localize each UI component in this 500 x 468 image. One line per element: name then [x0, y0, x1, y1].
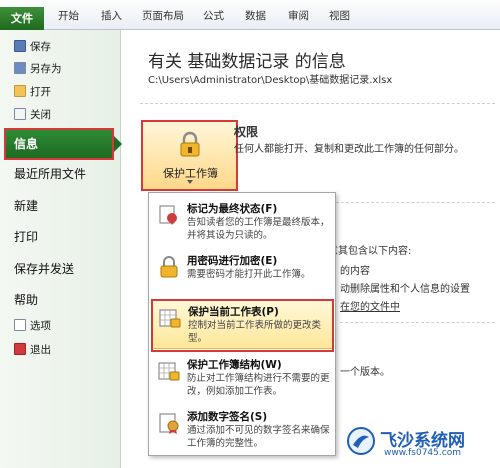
ribbon-tab-bar: 文件 开始 插入 页面布局 公式 数据 审阅 视图 — [0, 0, 500, 30]
menu-item-digital-signature[interactable]: 添加数字签名(S) 通过添加不可见的数字签名来确保工作簿的完整性。 — [151, 405, 334, 455]
nav-help[interactable]: 帮助 — [14, 289, 38, 311]
nav-save-as[interactable]: 另存为 — [14, 60, 62, 78]
nav-save[interactable]: 保存 — [14, 38, 51, 56]
nav-close-label: 关闭 — [30, 109, 51, 121]
menu-item-encrypt[interactable]: 用密码进行加密(E) 需要密码才能打开此工作簿。 — [151, 249, 334, 299]
nav-exit[interactable]: 退出 — [14, 341, 51, 359]
permissions-heading: 权限 — [234, 125, 259, 139]
digital-signature-icon — [159, 413, 179, 434]
selection-arrow — [114, 136, 122, 152]
final-mark-icon — [159, 205, 177, 225]
menu-item-desc: 通过添加不可见的数字签名来确保工作簿的完整性。 — [187, 425, 330, 449]
tab-review[interactable]: 审阅 — [288, 8, 309, 23]
tab-page-layout[interactable]: 页面布局 — [142, 8, 184, 23]
menu-item-title: 添加数字签名(S) — [187, 411, 268, 423]
watermark: 飞沙系统网 www.fs0745.com — [346, 424, 498, 464]
encrypt-lock-icon — [160, 256, 178, 278]
page-title: 有关 基础数据记录 的信息 — [148, 52, 346, 72]
inspect-line-2: 的内容 — [340, 266, 370, 277]
protect-button-highlight — [141, 120, 238, 191]
watermark-logo-icon — [347, 427, 375, 455]
excel-backstage-window: { "ribbon": { "file_tab": "文件", "tabs": … — [0, 0, 500, 468]
permissions-description: 任何人都能打开、复制和更改此工作簿的任何部分。 — [234, 144, 464, 155]
nav-options[interactable]: 选项 — [14, 317, 51, 335]
tab-file[interactable]: 文件 — [0, 7, 44, 30]
close-doc-icon — [14, 108, 26, 120]
nav-new[interactable]: 新建 — [14, 195, 38, 217]
inspect-line-1: 意其包含以下内容: — [328, 246, 412, 257]
menu-item-desc: 防止对工作簿结构进行不需要的更改，例如添加工作表。 — [187, 373, 330, 397]
watermark-url: www.fs0745.com — [384, 448, 461, 458]
inspect-line-4[interactable]: 在您的文件中 — [340, 298, 400, 313]
protect-sheet-highlight — [151, 299, 334, 352]
nav-options-label: 选项 — [30, 320, 51, 332]
tab-view[interactable]: 视图 — [329, 8, 350, 23]
divider — [340, 322, 495, 323]
save-as-icon — [14, 62, 26, 74]
nav-save-send[interactable]: 保存并发送 — [14, 258, 74, 280]
divider — [140, 103, 495, 104]
exit-icon — [14, 343, 26, 355]
versions-text: 一个版本。 — [340, 367, 390, 378]
tab-formulas[interactable]: 公式 — [203, 8, 224, 23]
protect-structure-icon — [158, 362, 180, 381]
tab-home[interactable]: 开始 — [58, 8, 79, 23]
file-path: C:\Users\Administrator\Desktop\基础数据记录.xl… — [148, 75, 393, 86]
menu-item-desc: 告知读者您的工作簿是最终版本，并将其设为只读的。 — [187, 217, 330, 241]
nav-open-label: 打开 — [30, 86, 51, 98]
menu-item-protect-structure[interactable]: 保护工作簿结构(W) 防止对工作簿结构进行不需要的更改，例如添加工作表。 — [151, 353, 334, 403]
save-icon — [14, 40, 26, 52]
nav-save-as-label: 另存为 — [30, 63, 62, 75]
menu-item-mark-final[interactable]: 标记为最终状态(F) 告知读者您的工作簿是最终版本，并将其设为只读的。 — [151, 197, 334, 247]
menu-item-title: 保护工作簿结构(W) — [187, 359, 282, 371]
nav-save-label: 保存 — [30, 41, 51, 53]
menu-item-title: 用密码进行加密(E) — [187, 255, 278, 267]
nav-open[interactable]: 打开 — [14, 83, 51, 101]
nav-exit-label: 退出 — [30, 344, 51, 356]
nav-info-label: 信息 — [14, 137, 39, 151]
nav-recent[interactable]: 最近所用文件 — [14, 163, 86, 185]
open-folder-icon — [14, 85, 26, 97]
menu-item-desc: 需要密码才能打开此工作簿。 — [187, 269, 311, 280]
tab-data[interactable]: 数据 — [245, 8, 266, 23]
inspect-line-3: 动删除属性和个人信息的设置 — [340, 284, 470, 295]
menu-item-title: 标记为最终状态(F) — [187, 203, 278, 215]
tab-insert[interactable]: 插入 — [101, 8, 122, 23]
nav-close[interactable]: 关闭 — [14, 106, 51, 124]
options-icon — [14, 319, 26, 331]
nav-print[interactable]: 打印 — [14, 226, 38, 248]
